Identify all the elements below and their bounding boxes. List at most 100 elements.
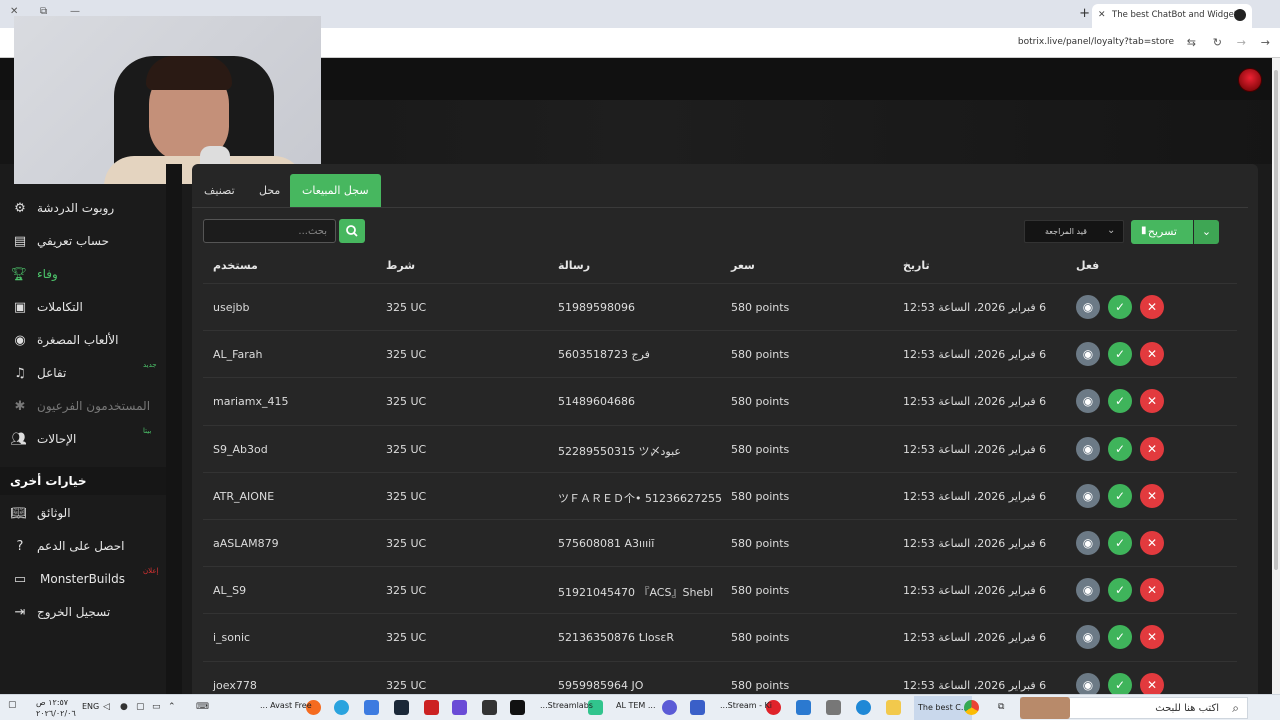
tab-sales-log[interactable]: سجل المبيعات	[290, 174, 381, 207]
view-button[interactable]: ◉	[1076, 672, 1100, 697]
task-view-icon[interactable]: ⧉	[998, 702, 1004, 712]
reject-button[interactable]: ✕	[1140, 625, 1164, 650]
notifications-icon[interactable]: ▢	[8, 700, 17, 710]
app-icon[interactable]	[364, 700, 379, 715]
capcut-icon[interactable]	[482, 700, 497, 715]
sidebar-item-minigames[interactable]: ◉ الألعاب المصغرة	[0, 326, 166, 356]
volume-icon[interactable]: ◁	[103, 702, 110, 712]
reject-button[interactable]: ✕	[1140, 342, 1164, 367]
sidebar-item-interaction[interactable]: ♫ تفاعل جديد	[0, 359, 166, 389]
sidebar-item-logout[interactable]: ⇥ تسجيل الخروج	[0, 598, 166, 628]
reject-button[interactable]: ✕	[1140, 531, 1164, 555]
taskbar-app-avast[interactable]: ... Avast Free	[260, 701, 312, 710]
col-header-condition[interactable]: شرط	[386, 259, 415, 272]
cell-user[interactable]: mariamx_415	[213, 395, 289, 408]
steam-icon[interactable]	[394, 700, 409, 715]
app-icon[interactable]	[796, 700, 811, 715]
search-button[interactable]	[339, 219, 365, 243]
sidebar-item-support[interactable]: ? احصل على الدعم	[0, 532, 166, 562]
back-icon[interactable]: →	[1261, 36, 1270, 49]
network-icon[interactable]: ▭	[152, 702, 161, 712]
approve-button[interactable]: ✓	[1108, 295, 1132, 319]
col-header-date[interactable]: تاريخ	[903, 259, 930, 272]
export-dropdown-button[interactable]: ⌄	[1194, 220, 1219, 244]
reject-button[interactable]: ✕	[1140, 578, 1164, 603]
eye-icon: ◉	[1082, 488, 1094, 503]
telegram-icon[interactable]	[334, 700, 349, 715]
input-language[interactable]: ENG	[82, 702, 99, 711]
reload-icon[interactable]: ↻	[1213, 36, 1222, 49]
approve-button[interactable]: ✓	[1108, 672, 1132, 697]
cell-user[interactable]: joex778	[213, 679, 257, 692]
display-icon[interactable]: ▢	[136, 702, 145, 712]
taskbar-clock[interactable]: ١٢:٥٧ ص ٢٠٢٦/٠٢/٠٦	[36, 697, 76, 719]
col-header-message[interactable]: رسالة	[558, 259, 590, 272]
reject-button[interactable]: ✕	[1140, 436, 1164, 461]
file-explorer-icon[interactable]	[886, 700, 901, 715]
sidebar-item-subusers[interactable]: ✱ المستخدمون الفرعيون	[0, 392, 166, 422]
cell-user[interactable]: S9_Ab3od	[213, 443, 268, 456]
view-button[interactable]: ◉	[1076, 483, 1100, 508]
status-filter-select[interactable]: قيد المراجعة ⌄	[1024, 220, 1124, 243]
view-button[interactable]: ◉	[1076, 578, 1100, 603]
approve-button[interactable]: ✓	[1108, 436, 1132, 461]
reject-button[interactable]: ✕	[1140, 295, 1164, 319]
app-icon[interactable]	[424, 700, 439, 715]
reject-button[interactable]: ✕	[1140, 672, 1164, 697]
view-button[interactable]: ◉	[1076, 295, 1100, 319]
edge-icon[interactable]	[856, 700, 871, 715]
sidebar-item-docs[interactable]: 📖︎ الوثائق	[0, 499, 166, 529]
reject-button[interactable]: ✕	[1140, 389, 1164, 414]
col-header-user[interactable]: مستخدم	[213, 259, 258, 272]
tab-close-icon[interactable]: ✕	[1098, 10, 1106, 20]
tiktok-icon[interactable]	[510, 700, 525, 715]
new-tab-button[interactable]: +	[1079, 6, 1090, 21]
approve-button[interactable]: ✓	[1108, 531, 1132, 555]
cell-user[interactable]: usejbb	[213, 301, 250, 314]
cell-user[interactable]: AL_Farah	[213, 348, 262, 361]
reject-button[interactable]: ✕	[1140, 483, 1164, 508]
app-icon[interactable]	[690, 700, 705, 715]
microphone-icon[interactable]: ●	[120, 702, 128, 712]
view-button[interactable]: ◉	[1076, 389, 1100, 414]
sidebar-item-loyalty[interactable]: 🏆︎ وفاء	[0, 260, 166, 290]
sidebar-item-label: الإحالات	[37, 432, 77, 446]
app-icon[interactable]	[662, 700, 677, 715]
user-avatar[interactable]	[1238, 68, 1262, 92]
tab-store[interactable]: محل	[247, 174, 292, 207]
taskbar-app-stream[interactable]: ...Stream - Ki	[720, 701, 772, 710]
cell-user[interactable]: i_sonic	[213, 631, 250, 644]
approve-button[interactable]: ✓	[1108, 342, 1132, 367]
site-settings-icon[interactable]: ⇆	[1187, 36, 1196, 49]
browser-tab-active[interactable]: ✕ The best ChatBot and Widgets	[1092, 4, 1252, 28]
tab-category[interactable]: تصنيف	[192, 174, 247, 207]
export-button[interactable]: تسريح ▮	[1131, 220, 1193, 244]
store-icon[interactable]	[826, 700, 841, 715]
chevron-up-icon[interactable]: ⌃	[168, 702, 176, 712]
approve-button[interactable]: ✓	[1108, 578, 1132, 603]
view-button[interactable]: ◉	[1076, 625, 1100, 650]
taskbar-app-altem[interactable]: AL TEM ...	[616, 701, 656, 710]
sidebar-item-profile[interactable]: ▤ حساب تعريفي	[0, 227, 166, 257]
keyboard-icon[interactable]: ⌨	[196, 702, 209, 712]
search-input[interactable]	[203, 219, 336, 243]
forward-icon[interactable]: →	[1237, 36, 1246, 49]
sidebar-item-monsterbuilds[interactable]: ▭ MonsterBuilds إعلان	[0, 565, 166, 595]
approve-button[interactable]: ✓	[1108, 483, 1132, 508]
view-button[interactable]: ◉	[1076, 436, 1100, 461]
url-text[interactable]: botrix.live/panel/loyalty?tab=store	[1018, 37, 1174, 47]
approve-button[interactable]: ✓	[1108, 625, 1132, 650]
sidebar-item-integrations[interactable]: ▣ التكاملات	[0, 293, 166, 323]
approve-button[interactable]: ✓	[1108, 389, 1132, 414]
cell-user[interactable]: aASLAM879	[213, 537, 279, 550]
taskbar-app-streamlabs[interactable]: ...Streamlabs	[540, 701, 593, 710]
view-button[interactable]: ◉	[1076, 531, 1100, 555]
view-button[interactable]: ◉	[1076, 342, 1100, 367]
sidebar-item-referrals[interactable]: 👥︎ الإحالات بيتا	[0, 425, 166, 455]
app-icon[interactable]	[452, 700, 467, 715]
cell-user[interactable]: ATR_AIONE	[213, 490, 274, 503]
col-header-price[interactable]: سعر	[731, 259, 755, 272]
scrollbar-thumb[interactable]	[1274, 70, 1278, 570]
sidebar-item-chatbot[interactable]: ⚙ روبوت الدردشة	[0, 194, 166, 224]
cell-user[interactable]: AL_S9	[213, 584, 246, 597]
